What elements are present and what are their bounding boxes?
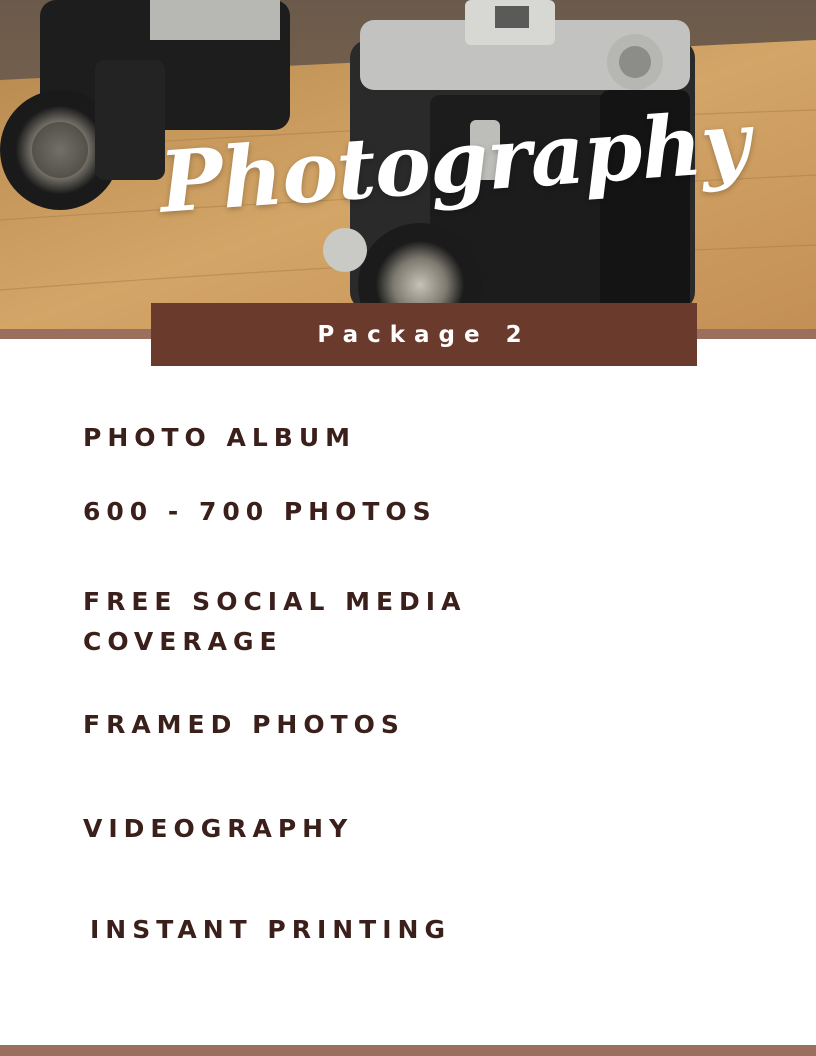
feature-instant-printing: INSTANT PRINTING: [90, 915, 451, 944]
feature-photo-count: 600 - 700 PHOTOS: [83, 497, 437, 526]
feature-social-media: FREE SOCIAL MEDIA COVERAGE: [83, 587, 467, 656]
feature-videography: VIDEOGRAPHY: [83, 814, 354, 843]
hero-photo: Photography: [0, 0, 816, 330]
bottom-divider: [0, 1045, 816, 1056]
package-banner: Package 2: [151, 303, 697, 366]
feature-photo-album: PHOTO ALBUM: [83, 423, 357, 452]
feature-framed-photos: FRAMED PHOTOS: [83, 710, 405, 739]
